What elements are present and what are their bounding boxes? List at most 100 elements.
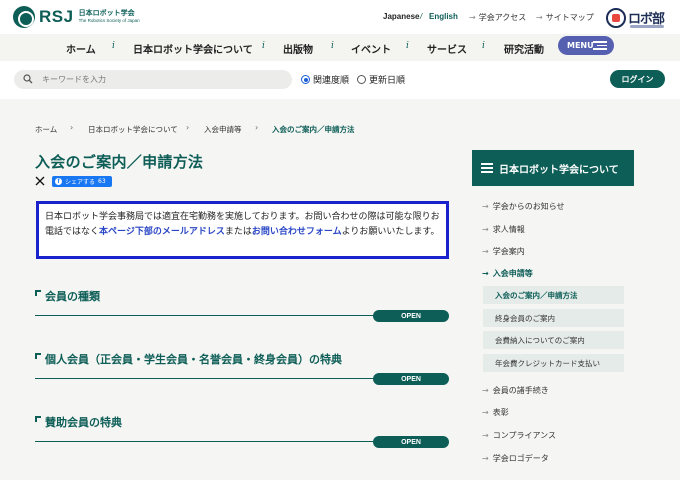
nav-item-home[interactable]: ホーム [66, 41, 96, 56]
nav-item-research[interactable]: 研究活動 [504, 41, 544, 56]
robobu-logo[interactable]: ロボ部 [606, 8, 666, 30]
corner-mark-icon [35, 416, 41, 422]
robobu-subline [630, 25, 664, 28]
radio-selected-icon [301, 75, 310, 84]
section-title: 会員の種類 [45, 290, 100, 303]
section-header: 個人会員（正会員・学生会員・名誉会員・終身会員）の特典 [35, 351, 342, 367]
arrow-right-icon: → [536, 13, 543, 22]
search-box[interactable] [14, 70, 292, 89]
sidebar-item-compliance[interactable]: → コンプライアンス [482, 430, 556, 441]
breadcrumb-current: 入会のご案内／申請方法 [272, 125, 355, 134]
arrow-right-icon: → [482, 202, 489, 211]
lang-japanese-link[interactable]: Japanese [383, 12, 419, 21]
arrow-right-icon: → [482, 408, 489, 417]
arrow-right-icon: → [482, 247, 489, 256]
sort-relevance-label: 関連度順 [313, 76, 350, 86]
corner-mark-icon [35, 290, 41, 296]
section-supporting-benefits: 賛助会員の特典 OPEN [35, 414, 449, 454]
sidebar-item-label: 求人情報 [492, 225, 525, 234]
email-address-link[interactable]: 本ページ下部のメールアドレス [99, 227, 225, 237]
breadcrumb-about[interactable]: 日本ロボット学会について [88, 124, 178, 135]
sidebar-item-procedures[interactable]: → 会員の諸手続き [482, 385, 549, 396]
page-title: 入会のご案内／申請方法 [35, 153, 204, 171]
logo-subtitle: 日本ロボット学会 The Robotics Society of Japan [79, 10, 140, 24]
sidebar-item-membership[interactable]: → 入会申請等 [482, 268, 533, 279]
search-icon [23, 74, 33, 84]
sidebar-item-awards[interactable]: → 表彰 [482, 407, 509, 418]
sidebar-item-label: コンプライアンス [492, 431, 556, 440]
sidebar-item-news[interactable]: → 学会からのお知らせ [482, 201, 565, 212]
sidebar-sub-fee-payment[interactable]: 会費納入についてのご案内 [483, 331, 624, 349]
sidebar-sub-lifetime[interactable]: 終身会員のご案内 [483, 309, 624, 327]
share-label: シェアする [65, 179, 96, 186]
sidebar-item-label: 会員の諸手続き [492, 386, 549, 395]
open-button[interactable]: OPEN [373, 436, 449, 448]
sidebar-item-label: 表彰 [492, 408, 509, 417]
section-header: 会員の種類 [35, 288, 100, 304]
lang-separator: / [420, 12, 423, 21]
breadcrumb-membership[interactable]: 入会申請等 [204, 124, 242, 135]
facebook-icon: f [55, 178, 62, 185]
nav-separator: i [262, 41, 265, 51]
x-share-icon[interactable] [35, 176, 45, 186]
sidebar-sub-application[interactable]: 入会のご案内／申請方法 [483, 286, 624, 304]
sidebar-item-label: 学会ロゴデータ [492, 454, 549, 463]
sidebar-heading[interactable]: 日本ロボット学会について [472, 150, 634, 186]
nav-separator: i [482, 41, 485, 51]
notice-text-3: よりお願いいたします。 [341, 227, 440, 237]
open-button[interactable]: OPEN [373, 373, 449, 385]
login-button[interactable]: ログイン [610, 70, 665, 88]
arrow-right-icon: → [482, 269, 489, 278]
sidebar-item-logo-data[interactable]: → 学会ロゴデータ [482, 453, 549, 464]
nav-item-services[interactable]: サービス [427, 41, 467, 56]
remote-work-notice: 日本ロボット学会事務局では適宜在宅勤務を実施しております。お問い合わせの際は可能… [36, 201, 449, 259]
sitemap-link-label: サイトマップ [545, 13, 594, 22]
menu-button[interactable]: MENU [558, 36, 614, 55]
sidebar-item-guide[interactable]: → 学会案内 [482, 246, 525, 257]
facebook-share-button[interactable]: f シェアする 63 [52, 176, 112, 187]
breadcrumb-home[interactable]: ホーム [35, 124, 57, 135]
nav-item-about[interactable]: 日本ロボット学会について [133, 41, 253, 56]
corner-mark-icon [35, 353, 41, 359]
contact-form-link[interactable]: お問い合わせフォーム [252, 227, 342, 237]
section-individual-benefits: 個人会員（正会員・学生会員・名誉会員・終身会員）の特典 OPEN [35, 351, 449, 391]
sidebar-heading-label: 日本ロボット学会について [499, 164, 619, 176]
menu-button-label: MENU [567, 41, 594, 50]
logo-subtitle-en: The Robotics Society of Japan [78, 18, 140, 24]
top-bar: RSJ 日本ロボット学会 The Robotics Society of Jap… [0, 0, 680, 34]
sort-date-label: 更新日順 [369, 76, 406, 86]
arrow-right-icon: → [482, 225, 489, 234]
sidebar-sub-credit-card[interactable]: 年会費クレジットカード支払い [483, 354, 624, 372]
access-link[interactable]: → 学会アクセス [469, 12, 526, 23]
section-title: 個人会員（正会員・学生会員・名誉会員・終身会員）の特典 [45, 353, 342, 366]
arrow-right-icon: → [482, 454, 489, 463]
arrow-right-icon: → [482, 386, 489, 395]
nav-separator: i [331, 41, 334, 51]
site-logo[interactable]: RSJ 日本ロボット学会 The Robotics Society of Jap… [13, 6, 140, 28]
nav-item-events[interactable]: イベント [351, 41, 391, 56]
sidebar-item-label: 学会からのお知らせ [492, 202, 565, 211]
sidebar-item-label: 学会案内 [492, 247, 525, 256]
section-title: 賛助会員の特典 [45, 416, 122, 429]
chevron-right-icon: › [70, 123, 74, 132]
hamburger-icon [593, 41, 607, 50]
sidebar-item-jobs[interactable]: → 求人情報 [482, 224, 525, 235]
lang-english-link[interactable]: English [429, 12, 458, 21]
logo-text: RSJ [39, 7, 74, 26]
sitemap-link[interactable]: → サイトマップ [536, 12, 594, 23]
list-icon [481, 163, 493, 173]
nav-separator: i [406, 41, 409, 51]
sort-date-radio[interactable]: 更新日順 [357, 73, 405, 86]
sort-relevance-radio[interactable]: 関連度順 [301, 73, 349, 86]
search-input[interactable] [42, 73, 282, 86]
nav-item-publications[interactable]: 出版物 [283, 41, 313, 56]
section-header: 賛助会員の特典 [35, 414, 122, 430]
section-member-types: 会員の種類 OPEN [35, 288, 449, 328]
logo-mark-icon [13, 6, 35, 28]
share-count: 63 [98, 178, 106, 185]
open-button[interactable]: OPEN [373, 310, 449, 322]
nav-separator: i [112, 41, 115, 51]
sidebar-item-label: 入会申請等 [492, 269, 533, 278]
logo-subtitle-jp: 日本ロボット学会 [78, 9, 135, 18]
robot-face-icon [606, 8, 626, 28]
